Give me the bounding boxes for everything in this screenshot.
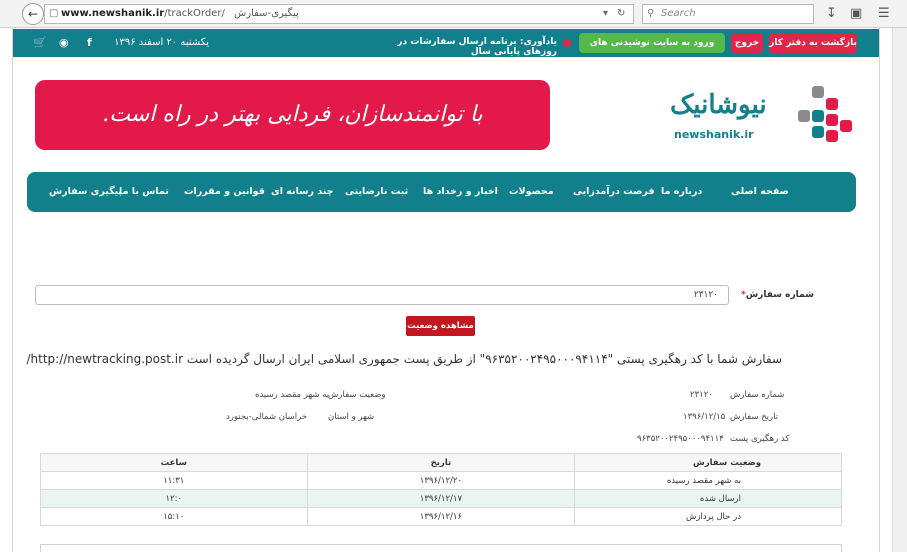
browser-toolbar: ← ▢ www.newshanik.ir/trackOrder/ پیگیری-…: [0, 0, 907, 28]
detail-order-date-label: تاریخ سفارش: [730, 412, 779, 422]
col-header-date: تاریخ: [306, 453, 576, 472]
url-domain: www.newshanik.ir: [61, 8, 165, 19]
search-icon: ⚲: [647, 8, 655, 19]
nav-item-news[interactable]: اخبار و رخداد ها: [423, 186, 498, 197]
arrow-left-icon: ←: [27, 7, 39, 21]
search-placeholder: Search: [661, 8, 696, 19]
search-input[interactable]: ⚲ Search: [642, 4, 814, 24]
detail-tracking-label: کد رهگیری پست: [730, 434, 790, 444]
detail-order-date-value: ۱۳۹۶/۱۲/۱۵: [683, 412, 726, 422]
result-message: سفارش شما با کد رهگیری پستی "۹۶۳۵۲۰۰۲۴۹۵…: [26, 352, 782, 366]
cell-time: ۱۱:۳۱: [40, 471, 308, 490]
cell-time: ۱۵:۱۰: [40, 507, 308, 526]
address-bar[interactable]: ▢ www.newshanik.ir/trackOrder/ پیگیری-سف…: [44, 4, 634, 24]
instagram-icon[interactable]: ◉: [59, 36, 69, 49]
status-history-table: وضعیت سفارش تاریخ ساعت به شهر مقصد رسیده…: [40, 453, 842, 526]
cell-status: در حال پردازش: [574, 507, 842, 526]
col-header-time: ساعت: [40, 453, 308, 472]
detail-order-number-value: ۲۳۱۲۰: [690, 390, 713, 400]
detail-tracking-value: ۹۶۳۵۲۰۰۲۴۹۵۰۰۰۹۴۱۱۴: [637, 434, 724, 444]
table-row: ارسال شده ۱۳۹۶/۱۲/۱۷ ۱۲:۰: [40, 489, 842, 508]
detail-city-value: خراسان شمالی-بجنورد: [226, 412, 308, 422]
nav-item-products[interactable]: محصولات: [509, 186, 554, 197]
slogan-text: با توانمندسازان، فردایی بهتر در راه است.: [102, 102, 483, 127]
order-number-label: شماره سفارش*: [741, 290, 814, 300]
view-status-button[interactable]: مشاهده وضعیت: [406, 316, 475, 336]
table-header-row: وضعیت سفارش تاریخ ساعت: [40, 453, 842, 472]
detail-city-label: شهر و استان: [328, 412, 375, 422]
site-logo[interactable]: نیوشانیک newshanik.ir: [670, 80, 860, 150]
enter-site-button[interactable]: ورود به سایت نوشیدنی های نیوشا: [579, 33, 725, 68]
main-nav: صفحه اصلی درباره ما فرصت درآمدزایی محصول…: [27, 172, 856, 212]
facebook-icon[interactable]: f: [87, 36, 92, 49]
refresh-icon[interactable]: ↻: [617, 5, 625, 23]
nav-item-track-order[interactable]: پیگیری سفارش: [49, 186, 122, 197]
nav-item-contact[interactable]: تماس با ما: [119, 186, 169, 197]
table-row: به شهر مقصد رسیده ۱۳۹۶/۱۲/۲۰ ۱۱:۳۱: [40, 471, 842, 490]
logo-url: newshanik.ir: [674, 128, 754, 141]
nav-item-home[interactable]: صفحه اصلی: [731, 186, 789, 197]
cell-date: ۱۳۹۶/۱۲/۱۶: [306, 507, 576, 526]
window-icon[interactable]: ▣: [850, 6, 862, 21]
url-path: /trackOrder/: [164, 8, 225, 19]
scrollbar[interactable]: [892, 28, 907, 552]
detail-order-number-label: شماره سفارش: [730, 390, 785, 400]
nav-item-about[interactable]: درباره ما: [661, 186, 702, 197]
slogan-banner: با توانمندسازان، فردایی بهتر در راه است.: [35, 80, 550, 150]
top-bar: بازگشت به دفتر کار خروج ورود به سایت نوش…: [13, 29, 879, 68]
bottom-panel: [40, 544, 842, 552]
logo-word: نیوشانیک: [670, 90, 767, 120]
cell-status: به شهر مقصد رسیده: [574, 471, 842, 490]
back-button[interactable]: ←: [22, 3, 44, 25]
url-page-title: پیگیری-سفارش: [234, 8, 299, 19]
reminder-text[interactable]: یادآوری: برنامه ارسال سفارشات در روزهای …: [367, 37, 557, 57]
detail-order-status-value: به شهر مقصد رسیده: [255, 390, 330, 400]
cell-date: ۱۳۹۶/۱۲/۱۷: [306, 489, 576, 508]
table-row: در حال پردازش ۱۳۹۶/۱۲/۱۶ ۱۵:۱۰: [40, 507, 842, 526]
dropdown-icon[interactable]: ▾: [603, 5, 608, 23]
order-number-input[interactable]: ۲۳۱۲۰: [35, 285, 729, 305]
menu-icon[interactable]: ☰: [878, 6, 890, 21]
date-text: یکشنبه ۲۰ اسفند ۱۳۹۶: [114, 37, 209, 48]
col-header-status: وضعیت سفارش: [574, 453, 842, 472]
page-icon: ▢: [49, 8, 59, 19]
download-icon[interactable]: ↧: [826, 6, 837, 21]
logo-mark-icon: [798, 86, 852, 142]
reminder-dot-icon: [563, 39, 571, 47]
cell-status: ارسال شده: [574, 489, 842, 508]
logout-button[interactable]: خروج: [731, 33, 763, 53]
nav-item-income[interactable]: فرصت درآمدزایی: [573, 186, 655, 197]
nav-item-multimedia[interactable]: چند رسانه ای: [271, 186, 334, 197]
back-office-button[interactable]: بازگشت به دفتر کار: [769, 33, 857, 53]
cell-date: ۱۳۹۶/۱۲/۲۰: [306, 471, 576, 490]
nav-item-complaint[interactable]: ثبت نارضایتی: [345, 186, 408, 197]
cart-icon[interactable]: 🛒: [33, 36, 47, 49]
nav-item-rules[interactable]: قوانین و مقررات: [184, 186, 265, 197]
cell-time: ۱۲:۰: [40, 489, 308, 508]
detail-order-status-label: وضعیت سفارش: [328, 390, 386, 400]
